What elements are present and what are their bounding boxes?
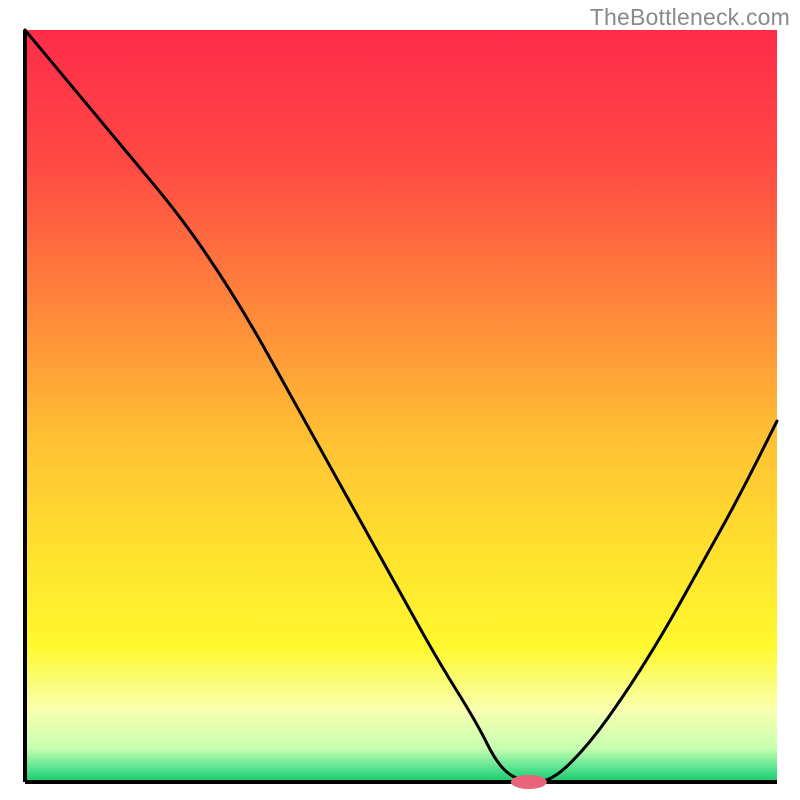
bottleneck-plot	[0, 0, 800, 800]
optimal-marker	[511, 775, 547, 789]
gradient-background	[25, 30, 777, 782]
chart-stage: TheBottleneck.com	[0, 0, 800, 800]
watermark-text: TheBottleneck.com	[590, 4, 790, 31]
